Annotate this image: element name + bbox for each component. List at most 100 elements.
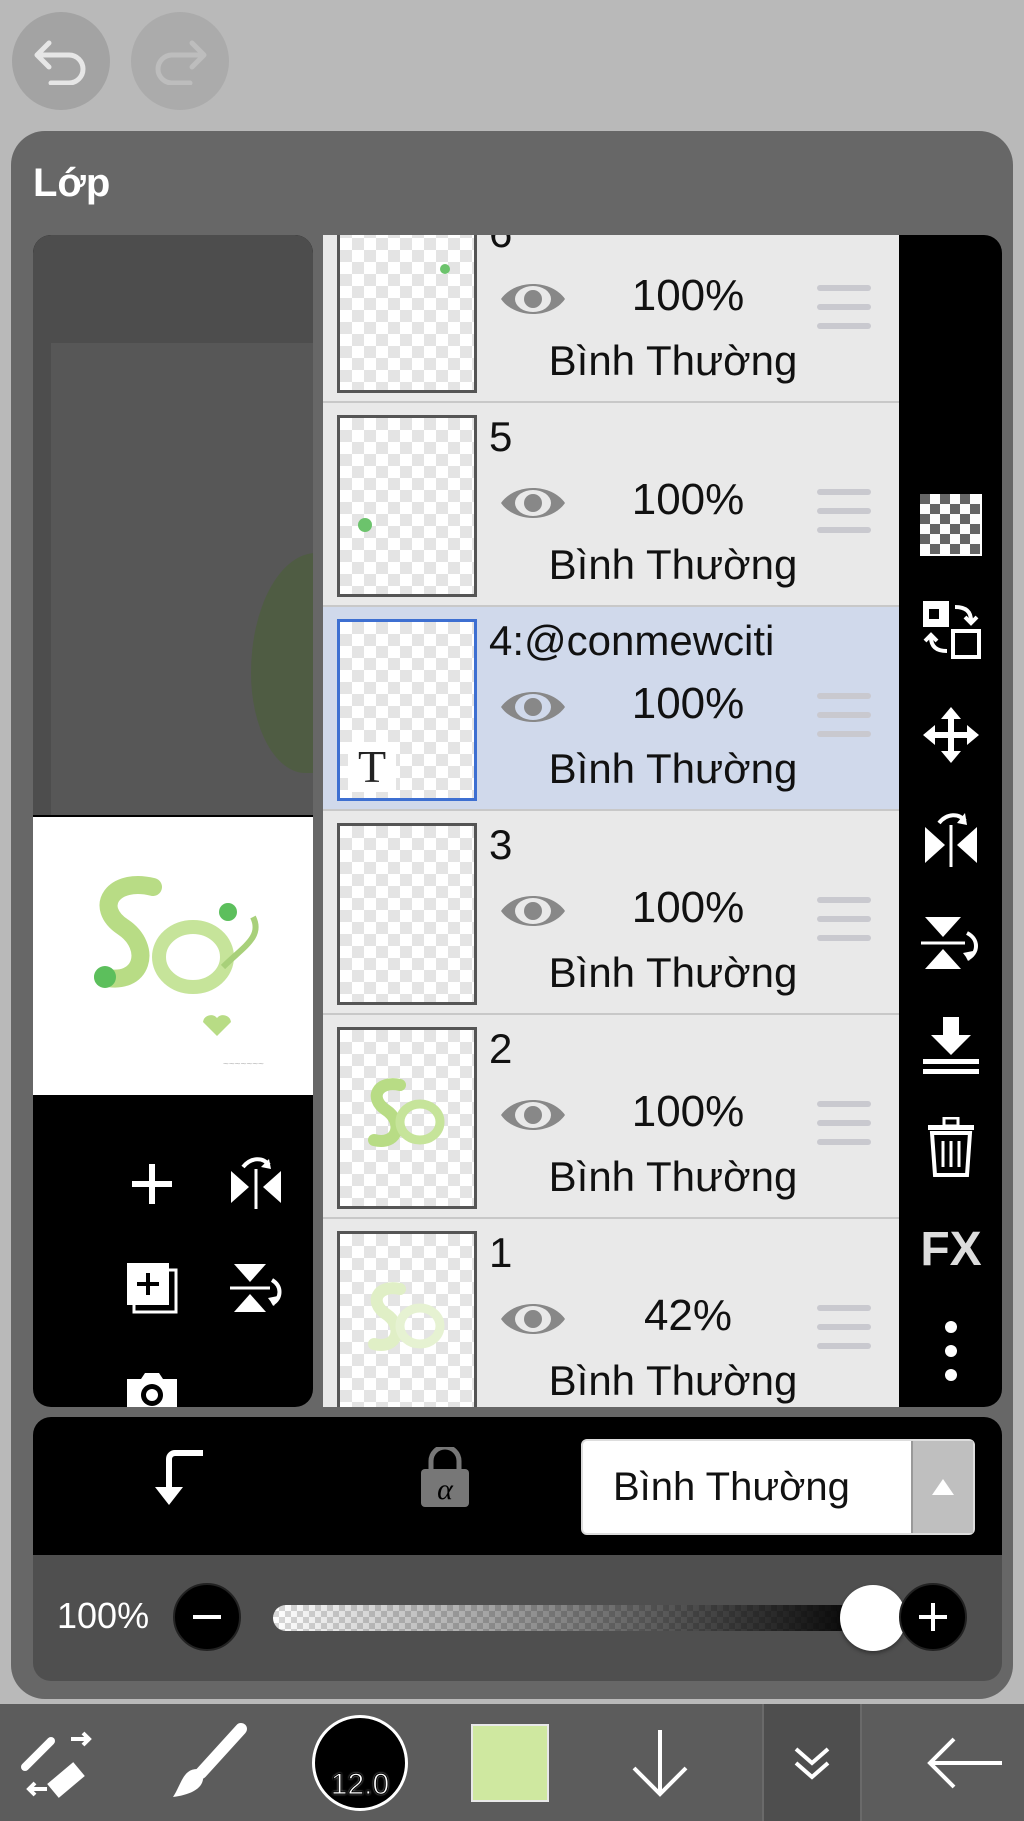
layer-opacity[interactable]: 100% <box>613 679 763 729</box>
layer-row-3[interactable]: 3 100% Bình Thường <box>323 811 899 1015</box>
brush-tool-button[interactable] <box>162 1704 252 1821</box>
visibility-eye-icon[interactable] <box>497 479 569 527</box>
drag-handle-icon[interactable] <box>817 1305 871 1349</box>
brush-icon <box>173 1722 247 1797</box>
merge-down-button[interactable] <box>911 1005 991 1085</box>
layer-thumbnail[interactable]: T <box>337 619 477 801</box>
preview-canvas-area <box>51 343 313 815</box>
blend-mode-select[interactable]: Bình Thường <box>581 1439 975 1535</box>
add-special-layer-button[interactable] <box>117 1253 187 1323</box>
layer-thumbnail[interactable] <box>337 1231 477 1407</box>
undo-icon <box>34 40 86 85</box>
visibility-eye-icon[interactable] <box>497 1295 569 1343</box>
layer-opacity[interactable]: 100% <box>613 475 763 525</box>
layer-thumbnail[interactable] <box>337 823 477 1005</box>
opacity-slider[interactable] <box>273 1605 873 1631</box>
canvas-preview-box: ~~~~~~~ <box>33 235 313 1407</box>
opacity-bar: 100% <box>33 1555 1002 1681</box>
brush-eraser-swap-icon <box>21 1731 92 1798</box>
move-layer-button[interactable] <box>911 695 991 775</box>
layer-opacity[interactable]: 100% <box>613 271 763 321</box>
layer-blend-mode[interactable]: Bình Thường <box>523 1153 823 1201</box>
layer-list[interactable]: 6 100% Bình Thường 5 100% Bình Thường T … <box>323 235 899 1407</box>
layer-thumbnail[interactable] <box>337 235 477 393</box>
layer-panel: Lớp ~~~~~~~ 100% Bình Thường 5 100% Bình… <box>11 131 1013 1699</box>
dropdown-arrow-icon[interactable] <box>911 1441 973 1533</box>
layer-row-6[interactable]: 6 100% Bình Thường <box>323 235 899 403</box>
move-icon <box>923 707 979 763</box>
brush-size-button[interactable]: 12.0 <box>310 1704 410 1821</box>
layer-thumbnail[interactable] <box>337 415 477 597</box>
arrow-down-icon <box>632 1729 688 1797</box>
bottom-toolbar: 12.0 <box>0 1704 1024 1821</box>
delete-layer-button[interactable] <box>911 1107 991 1187</box>
more-icon <box>945 1321 957 1381</box>
redo-icon <box>155 40 207 85</box>
collapse-panel-button[interactable] <box>762 1704 862 1821</box>
layer-name: 6 <box>489 235 512 257</box>
fx-icon: FX <box>920 1222 982 1276</box>
add-layer-box-icon <box>127 1263 178 1314</box>
plus-icon <box>132 1164 172 1204</box>
drag-handle-icon[interactable] <box>817 897 871 941</box>
blend-mode-value: Bình Thường <box>613 1465 850 1509</box>
layer-name: 1 <box>489 1229 513 1276</box>
layer-thumbnail[interactable] <box>337 1027 477 1209</box>
camera-icon <box>127 1373 177 1407</box>
layer-opacity[interactable]: 100% <box>613 1087 763 1137</box>
back-button[interactable] <box>920 1704 1010 1821</box>
fx-button[interactable]: FX <box>911 1209 991 1289</box>
layer-row-1[interactable]: 1 42% Bình Thường <box>323 1219 899 1407</box>
layer-blend-mode[interactable]: Bình Thường <box>523 745 823 793</box>
arrow-left-icon <box>927 1737 1002 1788</box>
layer-blend-mode[interactable]: Bình Thường <box>523 949 823 997</box>
artwork-preview: ~~~~~~~ <box>94 876 264 1070</box>
flip-vertical-icon <box>921 917 978 969</box>
preview-background <box>33 235 313 815</box>
flip-canvas-vertical-button[interactable] <box>221 1253 291 1323</box>
merge-down-icon <box>923 1017 979 1074</box>
layer-row-5[interactable]: 5 100% Bình Thường <box>323 403 899 607</box>
flip-layer-horizontal-button[interactable] <box>911 799 991 879</box>
lock-alpha-button[interactable]: α <box>419 1444 471 1514</box>
flip-layer-vertical-button[interactable] <box>911 903 991 983</box>
layer-blend-mode[interactable]: Bình Thường <box>523 1357 823 1405</box>
visibility-eye-icon[interactable] <box>497 887 569 935</box>
opacity-value-label: 100% <box>57 1595 150 1636</box>
layer-opacity[interactable]: 100% <box>613 883 763 933</box>
layer-row-4[interactable]: T 4:@conmewciti 100% Bình Thường <box>323 607 899 811</box>
layer-row-2[interactable]: 2 100% Bình Thường <box>323 1015 899 1219</box>
clipping-button[interactable] <box>153 1449 205 1514</box>
opacity-decrease-button[interactable] <box>173 1583 241 1651</box>
layer-name: 4:@conmewciti <box>489 617 775 664</box>
layer-blend-mode[interactable]: Bình Thường <box>523 541 823 589</box>
drag-handle-icon[interactable] <box>817 1101 871 1145</box>
layer-opacity[interactable]: 42% <box>613 1291 763 1341</box>
visibility-eye-icon[interactable] <box>497 275 569 323</box>
layer-down-button[interactable] <box>620 1704 700 1821</box>
camera-import-button[interactable] <box>117 1357 187 1407</box>
flip-canvas-horizontal-button[interactable] <box>221 1149 291 1219</box>
drag-handle-icon[interactable] <box>817 489 871 533</box>
preview-image[interactable]: ~~~~~~~ <box>33 817 313 1095</box>
undo-button[interactable] <box>12 12 110 110</box>
visibility-eye-icon[interactable] <box>497 683 569 731</box>
add-layer-button[interactable] <box>117 1149 187 1219</box>
swap-layers-button[interactable] <box>911 589 991 669</box>
drag-handle-icon[interactable] <box>817 285 871 329</box>
transparency-button[interactable] <box>911 485 991 565</box>
opacity-slider-handle[interactable] <box>840 1585 906 1651</box>
opacity-increase-button[interactable] <box>899 1583 967 1651</box>
svg-text:α: α <box>437 1473 454 1506</box>
more-options-button[interactable] <box>911 1311 991 1391</box>
brush-size-value: 12.0 <box>330 1767 390 1801</box>
brush-size-indicator: 12.0 <box>312 1714 408 1811</box>
redo-button[interactable] <box>131 12 229 110</box>
drag-handle-icon[interactable] <box>817 693 871 737</box>
color-picker-button[interactable] <box>470 1704 550 1821</box>
plus-icon <box>919 1603 947 1631</box>
brush-eraser-swap-button[interactable] <box>14 1704 104 1821</box>
layer-blend-mode[interactable]: Bình Thường <box>523 337 823 385</box>
visibility-eye-icon[interactable] <box>497 1091 569 1139</box>
flip-horizontal-icon <box>925 813 977 867</box>
